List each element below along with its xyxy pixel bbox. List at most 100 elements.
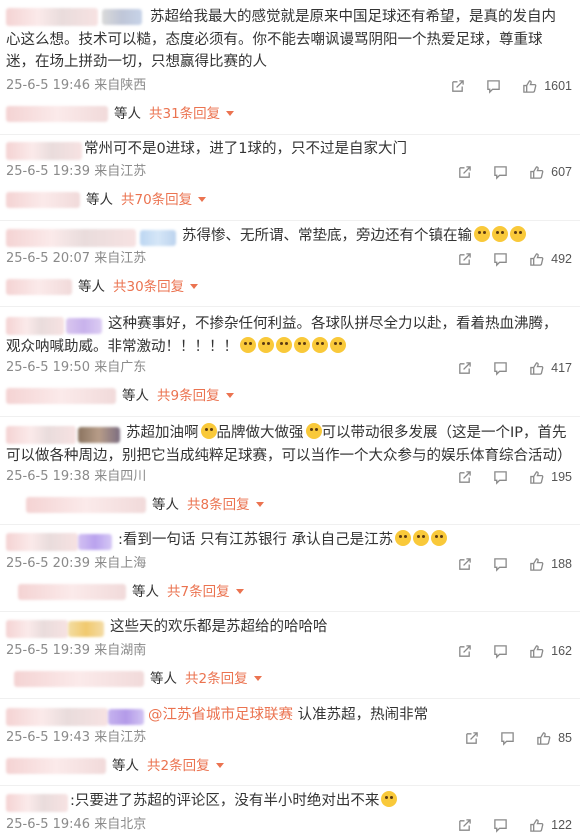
reply-username-blurred	[6, 279, 72, 295]
like-icon[interactable]	[527, 163, 545, 181]
expand-caret-icon[interactable]	[226, 111, 235, 116]
reply-by: 等人	[78, 279, 105, 295]
share-icon[interactable]	[455, 468, 473, 486]
share-icon[interactable]	[455, 642, 473, 660]
comment-actions: 122	[437, 816, 572, 834]
emoji-icon	[510, 226, 526, 242]
reply-count[interactable]: 共8条回复	[187, 497, 250, 513]
comment-meta: 25-6-5 20:07 来自江苏	[6, 251, 147, 266]
comment-icon[interactable]	[491, 359, 509, 377]
comment-actions: 195	[437, 468, 572, 486]
comment-actions: 85	[444, 729, 572, 747]
share-icon[interactable]	[455, 250, 473, 268]
comment-icon[interactable]	[491, 163, 509, 181]
reply-count[interactable]: 共31条回复	[149, 106, 220, 122]
reply-summary[interactable]: 等人 共2条回复	[0, 669, 320, 689]
like-count: 85	[558, 731, 572, 745]
comment-text: :看到一句话 只有江苏银行 承认自己是江苏	[6, 529, 570, 552]
expand-caret-icon[interactable]	[190, 284, 199, 289]
comment-icon[interactable]	[484, 77, 502, 95]
comment-icon[interactable]	[491, 555, 509, 573]
reply-summary[interactable]: 等人 共31条回复	[0, 104, 300, 124]
comment-text: 苏超给我最大的感觉就是原来中国足球还有希望，是真的发自内心这么想。技术可以糙，态…	[6, 9, 556, 70]
expand-caret-icon[interactable]	[255, 502, 264, 507]
like-icon[interactable]	[534, 729, 552, 747]
comment-icon[interactable]	[491, 468, 509, 486]
reply-summary[interactable]: 等人 共7条回复	[0, 582, 320, 602]
divider	[0, 611, 580, 612]
like-icon[interactable]	[527, 816, 545, 834]
reply-count[interactable]: 共2条回复	[185, 671, 248, 687]
reply-summary[interactable]: 等人 共70条回复	[0, 190, 300, 210]
reply-by: 等人	[152, 497, 179, 513]
comment-text: 这些天的欢乐都是苏超给的哈哈哈	[110, 619, 328, 635]
reply-summary[interactable]: 等人 共9条回复	[0, 386, 300, 406]
comment-body: :只要进了苏超的评论区，没有半小时绝对出不来	[70, 793, 380, 809]
like-count: 1601	[544, 79, 572, 93]
comment-actions: 607	[437, 163, 572, 181]
share-icon[interactable]	[448, 77, 466, 95]
comment-meta: 25-6-5 19:50 来自广东	[6, 360, 147, 375]
emoji-icon	[395, 530, 412, 546]
reply-username-blurred	[6, 192, 80, 208]
reply-count[interactable]: 共70条回复	[121, 192, 192, 208]
comment-actions: 492	[437, 250, 572, 268]
comment-actions: 188	[437, 555, 572, 573]
share-icon[interactable]	[462, 729, 480, 747]
divider	[0, 524, 580, 525]
share-icon[interactable]	[455, 359, 473, 377]
comment-meta: 25-6-5 19:38 来自四川	[6, 469, 147, 484]
comment-icon[interactable]	[491, 642, 509, 660]
reply-by: 等人	[132, 584, 159, 600]
comment-icon[interactable]	[491, 250, 509, 268]
comment-meta: 25-6-5 19:46 来自陕西	[6, 78, 147, 93]
emoji-icon	[312, 336, 328, 353]
comment-icon[interactable]	[491, 816, 509, 834]
expand-caret-icon[interactable]	[225, 393, 234, 398]
comment-body: 认准苏超，热闹非常	[293, 707, 429, 723]
reply-count[interactable]: 共9条回复	[157, 388, 220, 404]
mention-link[interactable]: @江苏省城市足球联赛	[148, 707, 293, 723]
like-count: 607	[551, 165, 572, 179]
expand-caret-icon[interactable]	[198, 197, 207, 202]
emoji-icon	[305, 423, 322, 439]
comment-meta: 25-6-5 19:43 来自江苏	[6, 730, 147, 745]
comment-meta: 25-6-5 20:39 来自上海	[6, 556, 147, 571]
like-icon[interactable]	[527, 555, 545, 573]
reply-summary[interactable]: 等人 共8条回复	[0, 495, 320, 515]
comment-icon[interactable]	[498, 729, 516, 747]
share-icon[interactable]	[455, 163, 473, 181]
expand-caret-icon[interactable]	[253, 676, 262, 681]
divider	[0, 306, 580, 307]
reply-count[interactable]: 共2条回复	[147, 758, 210, 774]
like-icon[interactable]	[527, 468, 545, 486]
emoji-icon	[276, 336, 292, 353]
reply-username-blurred	[14, 671, 144, 687]
comment-body: 苏超加油啊	[126, 425, 199, 441]
like-icon[interactable]	[527, 359, 545, 377]
emoji-icon	[413, 530, 430, 546]
reply-username-blurred	[26, 497, 146, 513]
like-count: 162	[551, 644, 572, 658]
share-icon[interactable]	[455, 816, 473, 834]
like-icon[interactable]	[527, 250, 545, 268]
reply-count[interactable]: 共30条回复	[113, 279, 184, 295]
reply-summary[interactable]: 等人 共30条回复	[0, 277, 300, 297]
reply-by: 等人	[150, 671, 177, 687]
divider	[0, 220, 580, 221]
expand-caret-icon[interactable]	[235, 589, 244, 594]
like-icon[interactable]	[520, 77, 538, 95]
divider	[0, 416, 580, 417]
comment-body: :看到一句话 只有江苏银行 承认自己是江苏	[118, 532, 394, 548]
divider	[0, 698, 580, 699]
reply-username-blurred	[6, 758, 106, 774]
emoji-icon	[431, 530, 448, 546]
like-icon[interactable]	[527, 642, 545, 660]
divider	[0, 785, 580, 786]
emoji-icon	[294, 336, 310, 353]
share-icon[interactable]	[455, 555, 473, 573]
expand-caret-icon[interactable]	[215, 763, 224, 768]
reply-summary[interactable]: 等人 共2条回复	[0, 756, 320, 776]
reply-count[interactable]: 共7条回复	[167, 584, 230, 600]
reply-username-blurred	[6, 388, 116, 404]
